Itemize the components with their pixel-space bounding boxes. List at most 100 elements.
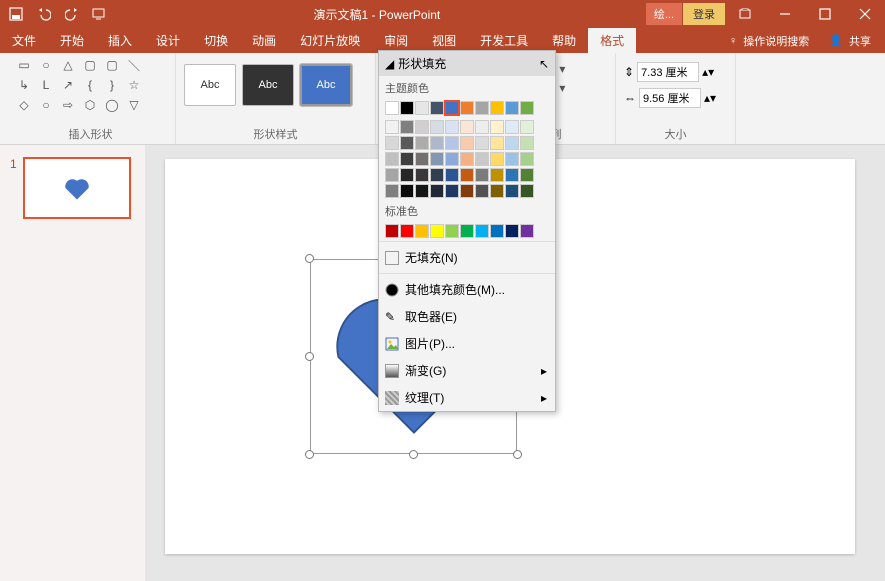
color-swatch[interactable] bbox=[445, 168, 459, 182]
shape-icon[interactable]: ⬡ bbox=[80, 96, 100, 114]
color-swatch[interactable] bbox=[445, 224, 459, 238]
color-swatch[interactable] bbox=[475, 152, 489, 166]
tab-animation[interactable]: 动画 bbox=[240, 28, 288, 53]
color-swatch[interactable] bbox=[520, 224, 534, 238]
color-swatch[interactable] bbox=[505, 184, 519, 198]
shape-icon[interactable]: ＼ bbox=[124, 56, 144, 74]
tab-design[interactable]: 设计 bbox=[144, 28, 192, 53]
color-swatch[interactable] bbox=[400, 152, 414, 166]
drawing-tools-tab[interactable]: 绘... bbox=[646, 3, 682, 25]
color-swatch[interactable] bbox=[445, 101, 459, 115]
color-swatch[interactable] bbox=[460, 136, 474, 150]
spinner-icon[interactable]: ▴▾ bbox=[702, 65, 714, 79]
shape-icon[interactable]: ↗ bbox=[58, 76, 78, 94]
color-swatch[interactable] bbox=[475, 101, 489, 115]
color-swatch[interactable] bbox=[520, 184, 534, 198]
undo-icon[interactable] bbox=[36, 6, 52, 22]
shape-icon[interactable]: ↳ bbox=[14, 76, 34, 94]
color-swatch[interactable] bbox=[490, 101, 504, 115]
color-swatch[interactable] bbox=[505, 168, 519, 182]
color-swatch[interactable] bbox=[445, 184, 459, 198]
color-swatch[interactable] bbox=[415, 136, 429, 150]
close-icon[interactable] bbox=[845, 0, 885, 28]
resize-handle[interactable] bbox=[409, 450, 418, 459]
color-swatch[interactable] bbox=[415, 184, 429, 198]
share-label[interactable]: 共享 bbox=[849, 33, 871, 49]
shape-icon[interactable]: L bbox=[36, 76, 56, 94]
color-swatch[interactable] bbox=[505, 224, 519, 238]
color-swatch[interactable] bbox=[475, 224, 489, 238]
tab-slideshow[interactable]: 幻灯片放映 bbox=[288, 28, 372, 53]
color-swatch[interactable] bbox=[400, 168, 414, 182]
color-swatch[interactable] bbox=[400, 184, 414, 198]
redo-icon[interactable] bbox=[64, 6, 80, 22]
shape-icon[interactable]: { bbox=[80, 76, 100, 94]
shape-icon[interactable]: ▢ bbox=[80, 56, 100, 74]
spinner-icon[interactable]: ▴▾ bbox=[704, 91, 716, 105]
maximize-icon[interactable] bbox=[805, 0, 845, 28]
width-input[interactable] bbox=[639, 88, 701, 108]
tab-home[interactable]: 开始 bbox=[48, 28, 96, 53]
color-swatch[interactable] bbox=[505, 136, 519, 150]
color-swatch[interactable] bbox=[385, 152, 399, 166]
color-swatch[interactable] bbox=[430, 224, 444, 238]
color-swatch[interactable] bbox=[475, 136, 489, 150]
color-swatch[interactable] bbox=[385, 136, 399, 150]
resize-handle[interactable] bbox=[305, 450, 314, 459]
shapes-gallery[interactable]: ▭○△▢▢＼ ↳L↗{}☆ ◇○⇨⬡◯▽ bbox=[14, 56, 167, 114]
color-swatch[interactable] bbox=[475, 168, 489, 182]
color-swatch[interactable] bbox=[430, 120, 444, 134]
color-swatch[interactable] bbox=[520, 101, 534, 115]
color-swatch[interactable] bbox=[460, 184, 474, 198]
color-swatch[interactable] bbox=[490, 152, 504, 166]
color-swatch[interactable] bbox=[505, 101, 519, 115]
color-swatch[interactable] bbox=[505, 152, 519, 166]
resize-handle[interactable] bbox=[305, 352, 314, 361]
color-swatch[interactable] bbox=[490, 120, 504, 134]
color-swatch[interactable] bbox=[520, 152, 534, 166]
color-swatch[interactable] bbox=[430, 168, 444, 182]
color-swatch[interactable] bbox=[520, 120, 534, 134]
shape-icon[interactable]: ⇨ bbox=[58, 96, 78, 114]
tab-transition[interactable]: 切换 bbox=[192, 28, 240, 53]
color-swatch[interactable] bbox=[430, 101, 444, 115]
no-fill-item[interactable]: 无填充(N) bbox=[379, 244, 555, 271]
tell-me-icon[interactable]: ♀ bbox=[729, 35, 737, 47]
color-swatch[interactable] bbox=[385, 184, 399, 198]
texture-item[interactable]: 纹理(T)▸ bbox=[379, 384, 555, 411]
color-swatch[interactable] bbox=[400, 224, 414, 238]
color-swatch[interactable] bbox=[430, 184, 444, 198]
color-swatch[interactable] bbox=[490, 168, 504, 182]
shape-fill-header[interactable]: ◢ 形状填充 ↖ bbox=[379, 51, 555, 76]
shape-icon[interactable]: ▢ bbox=[102, 56, 122, 74]
slide-thumbnail[interactable] bbox=[23, 157, 131, 219]
color-swatch[interactable] bbox=[430, 136, 444, 150]
color-swatch[interactable] bbox=[415, 168, 429, 182]
eyedropper-item[interactable]: ✎取色器(E) bbox=[379, 303, 555, 330]
color-swatch[interactable] bbox=[385, 101, 399, 115]
color-swatch[interactable] bbox=[385, 120, 399, 134]
shape-icon[interactable]: } bbox=[102, 76, 122, 94]
style-preset-selected[interactable]: Abc bbox=[300, 64, 352, 106]
color-swatch[interactable] bbox=[520, 168, 534, 182]
color-swatch[interactable] bbox=[415, 120, 429, 134]
style-preset[interactable]: Abc bbox=[242, 64, 294, 106]
color-swatch[interactable] bbox=[400, 120, 414, 134]
color-swatch[interactable] bbox=[415, 101, 429, 115]
height-input[interactable] bbox=[637, 62, 699, 82]
minimize-icon[interactable] bbox=[765, 0, 805, 28]
color-swatch[interactable] bbox=[490, 184, 504, 198]
resize-handle[interactable] bbox=[513, 450, 522, 459]
color-swatch[interactable] bbox=[505, 120, 519, 134]
color-swatch[interactable] bbox=[475, 120, 489, 134]
tab-file[interactable]: 文件 bbox=[0, 28, 48, 53]
color-swatch[interactable] bbox=[460, 224, 474, 238]
color-swatch[interactable] bbox=[445, 120, 459, 134]
shape-icon[interactable]: ○ bbox=[36, 56, 56, 74]
color-swatch[interactable] bbox=[415, 224, 429, 238]
tab-format[interactable]: 格式 bbox=[588, 28, 636, 53]
color-swatch[interactable] bbox=[475, 184, 489, 198]
resize-handle[interactable] bbox=[305, 254, 314, 263]
shape-icon[interactable]: ◇ bbox=[14, 96, 34, 114]
color-swatch[interactable] bbox=[445, 152, 459, 166]
